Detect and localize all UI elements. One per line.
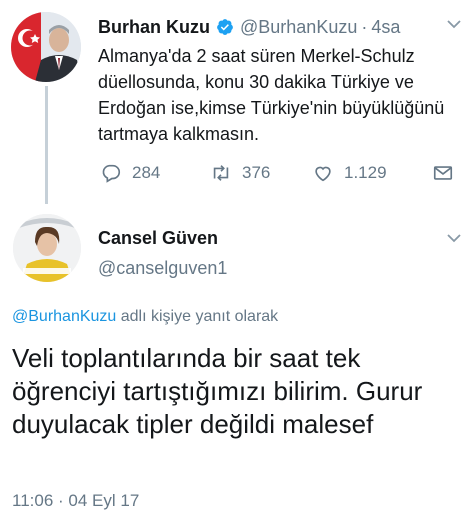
chevron-down-icon[interactable]	[446, 16, 462, 32]
parent-tweet: Burhan Kuzu @BurhanKuzu · 4sa Almanya'da…	[0, 0, 476, 204]
tweet-header: Burhan Kuzu @BurhanKuzu · 4sa	[98, 14, 400, 40]
reply-button[interactable]: 284	[100, 162, 210, 184]
author-handle[interactable]: @canselguven1	[98, 258, 227, 279]
retweet-button[interactable]: 376	[210, 162, 312, 184]
envelope-icon	[433, 166, 453, 180]
focused-tweet: Cansel Güven @canselguven1 @BurhanKuzu a…	[0, 200, 476, 519]
tweet-time[interactable]: 4sa	[371, 17, 400, 38]
reply-icon	[102, 164, 121, 183]
direct-message-button[interactable]	[432, 162, 454, 184]
reply-context-text: adlı kişiye yanıt olarak	[116, 308, 279, 325]
tweet-actions: 284 376 1.129	[100, 160, 454, 186]
author-name[interactable]: Cansel Güven	[98, 228, 218, 249]
reply-context: @BurhanKuzu adlı kişiye yanıt olarak	[12, 308, 278, 326]
tweet-text: Veli toplantılarında bir saat tek öğrenc…	[12, 343, 423, 439]
thread-line	[45, 86, 48, 204]
heart-icon	[315, 166, 331, 182]
reply-mention-link[interactable]: @BurhanKuzu	[12, 308, 116, 325]
like-button[interactable]: 1.129	[312, 162, 432, 184]
chevron-down-icon[interactable]	[446, 230, 462, 246]
cansel-guven-avatar[interactable]	[13, 214, 81, 282]
tweet-text: Almanya'da 2 saat süren Merkel-Schulz dü…	[98, 46, 445, 144]
tweet-timestamp[interactable]: 11:06 · 04 Eyl 17	[12, 491, 139, 511]
author-name[interactable]: Burhan Kuzu	[98, 17, 210, 38]
like-count: 1.129	[344, 163, 387, 182]
author-handle[interactable]: @BurhanKuzu	[240, 17, 357, 38]
burhan-kuzu-avatar[interactable]	[11, 12, 81, 82]
verified-badge-icon	[216, 18, 234, 36]
retweet-icon	[213, 165, 229, 181]
reply-count: 284	[132, 163, 161, 182]
retweet-count: 376	[242, 163, 271, 182]
separator-dot: ·	[361, 16, 368, 37]
